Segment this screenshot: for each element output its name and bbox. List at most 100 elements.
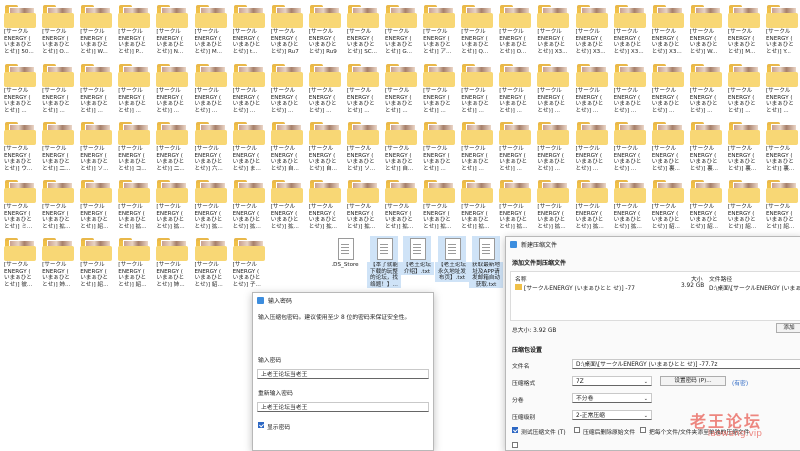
file-item[interactable]: 【老王论坛 介绍】.txt	[400, 236, 434, 276]
confirm-password-input[interactable]: 上老王论坛当老王	[257, 402, 429, 412]
folder-item[interactable]: [サークル ENERGY ( いまぁひと とせ)] 裏...	[727, 121, 764, 172]
folder-item[interactable]: [サークル ENERGY ( いまぁひと とせ)] ソ...	[346, 121, 383, 172]
folder-item[interactable]: [サークル ENERGY ( いまぁひと とせ)] 紹...	[80, 179, 116, 230]
folder-item[interactable]: [サークル ENERGY ( いまぁひと とせ)] ...	[308, 63, 345, 114]
folder-item[interactable]: [サークル ENERGY ( いまぁひと とせ)] 紹...	[194, 237, 231, 288]
folder-item[interactable]: [サークル ENERGY ( いまぁひと とせ)] ...	[346, 63, 383, 114]
file-item[interactable]: 获取最新地 址及APP请 发邮箱自动 获取.txt	[469, 236, 503, 289]
split-select[interactable]: 不分卷 ⌄	[572, 393, 652, 403]
folder-item[interactable]: [サークル ENERGY ( いまぁひと とせ)] 自...	[308, 121, 345, 172]
folder-item[interactable]: [サークル ENERGY ( いまぁひと とせ)] ...	[423, 121, 459, 172]
folder-item[interactable]: [サークル ENERGY ( いまぁひと とせ)] O...	[42, 4, 78, 55]
show-password-checkbox[interactable]	[258, 422, 264, 428]
folder-item[interactable]: [サークル ENERGY ( いまぁひと とせ)] W...	[80, 4, 116, 55]
folder-item[interactable]: [サークル ENERGY ( いまぁひと とせ)] P...	[118, 4, 154, 55]
folder-item[interactable]: [サークル ENERGY ( いまぁひと とせ)] 50...	[4, 4, 40, 55]
folder-item[interactable]: [サークル ENERGY ( いまぁひと とせ)] Y...	[766, 4, 800, 55]
folder-item[interactable]: [サークル ENERGY ( いまぁひと とせ)] 拡...	[613, 179, 650, 230]
folder-item[interactable]: [サークル ENERGY ( いまぁひと とせ)] ア...	[423, 4, 459, 55]
folder-item[interactable]: [サークル ENERGY ( いまぁひと とせ)] X3...	[651, 4, 688, 55]
folder-item[interactable]: [サークル ENERGY ( いまぁひと とせ)] X3...	[537, 4, 573, 55]
folder-item[interactable]: [サークル ENERGY ( いまぁひと とせ)] 子...	[232, 237, 269, 288]
test-archive-checkbox[interactable]	[512, 427, 518, 433]
folder-item[interactable]: [サークル ENERGY ( いまぁひと とせ)] ...	[156, 63, 192, 114]
folder-item[interactable]: [サークル ENERGY ( いまぁひと とせ)] ...	[385, 63, 421, 114]
folder-item[interactable]: [サークル ENERGY ( いまぁひと とせ)] 拡...	[42, 179, 78, 230]
folder-item[interactable]: [サークル ENERGY ( いまぁひと とせ)] 紹...	[727, 179, 764, 230]
format-select[interactable]: 7Z ⌄	[572, 376, 652, 386]
folder-item[interactable]: [サークル ENERGY ( いまぁひと とせ)] 拡...	[461, 179, 497, 230]
folder-item[interactable]: [サークル ENERGY ( いまぁひと とせ)] M...	[194, 4, 231, 55]
folder-item[interactable]: [サークル ENERGY ( いまぁひと とせ)] G...	[385, 4, 421, 55]
folder-item[interactable]: [サークル ENERGY ( いまぁひと とせ)] t...	[232, 4, 269, 55]
folder-item[interactable]: [サークル ENERGY ( いまぁひと とせ)] 裏...	[689, 121, 726, 172]
folder-item[interactable]: [サークル ENERGY ( いまぁひと とせ)] 拡...	[308, 179, 345, 230]
folder-item[interactable]: [サークル ENERGY ( いまぁひと とせ)] ミ...	[4, 179, 40, 230]
folder-item[interactable]: [サークル ENERGY ( いまぁひと とせ)] 拡...	[346, 179, 383, 230]
folder-item[interactable]: [サークル ENERGY ( いまぁひと とせ)] ウ...	[4, 121, 40, 172]
file-item[interactable]: 【本了就能 下载的玩整 的论坛，找 络题！】...	[367, 236, 401, 289]
folder-item[interactable]: [サークル ENERGY ( いまぁひと とせ)] ...	[4, 63, 40, 114]
folder-item[interactable]: [サークル ENERGY ( いまぁひと とせ)] 自...	[385, 121, 421, 172]
folder-item[interactable]: [サークル ENERGY ( いまぁひと とせ)] N...	[156, 4, 192, 55]
folder-item[interactable]: [サークル ENERGY ( いまぁひと とせ)] ...	[499, 121, 535, 172]
folder-item[interactable]: [サークル ENERGY ( いまぁひと とせ)] 紹...	[80, 237, 116, 288]
folder-item[interactable]: [サークル ENERGY ( いまぁひと とせ)] ...	[727, 63, 764, 114]
folder-item[interactable]: [サークル ENERGY ( いまぁひと とせ)] 姉...	[42, 237, 78, 288]
folder-item[interactable]: [サークル ENERGY ( いまぁひと とせ)] ...	[766, 63, 800, 114]
file-item[interactable]: .DS_Store	[328, 236, 362, 269]
folder-item[interactable]: [サークル ENERGY ( いまぁひと とせ)] 紹...	[118, 237, 154, 288]
add-button[interactable]: 添加	[776, 323, 800, 333]
filename-input[interactable]: D:\桌面\[サークルENERGY (いまぁひとと せ)] -77.7z	[572, 359, 800, 369]
folder-item[interactable]: [サークル ENERGY ( いまぁひと とせ)] ...	[118, 63, 154, 114]
folder-item[interactable]: [サークル ENERGY ( いまぁひと とせ)] ...	[42, 63, 78, 114]
folder-item[interactable]: [サークル ENERGY ( いまぁひと とせ)] ...	[80, 63, 116, 114]
col-path-header[interactable]: 文件路径	[709, 274, 732, 283]
file-list-row[interactable]: [サークルENERGY (いまぁひとと せ)] -77 3.92 GB D:\桌…	[511, 283, 800, 292]
folder-item[interactable]: [サークル ENERGY ( いまぁひと とせ)] ...	[194, 63, 231, 114]
folder-item[interactable]: [サークル ENERGY ( いまぁひと とせ)] ...	[651, 63, 688, 114]
folder-item[interactable]: [サークル ENERGY ( いまぁひと とせ)] ...	[270, 63, 307, 114]
delete-after-checkbox[interactable]	[574, 427, 580, 433]
folder-item[interactable]: [サークル ENERGY ( いまぁひと とせ)] 拡...	[232, 179, 269, 230]
folder-item[interactable]: [サークル ENERGY ( いまぁひと とせ)] M...	[727, 4, 764, 55]
folder-item[interactable]: [サークル ENERGY ( いまぁひと とせ)] 拡...	[156, 179, 192, 230]
extra-option-checkbox[interactable]	[512, 442, 518, 448]
folder-item[interactable]: [サークル ENERGY ( いまぁひと とせ)] 二...	[156, 121, 192, 172]
folder-item[interactable]: [サークル ENERGY ( いまぁひと とせ)] ...	[689, 63, 726, 114]
folder-item[interactable]: [サークル ENERGY ( いまぁひと とせ)] ...	[613, 63, 650, 114]
folder-item[interactable]: [サークル ENERGY ( いまぁひと とせ)] 紹...	[651, 179, 688, 230]
level-select[interactable]: 2-正常压缩 ⌄	[572, 410, 652, 420]
folder-item[interactable]: [サークル ENERGY ( いまぁひと とせ)] 紹...	[766, 179, 800, 230]
folder-item[interactable]: [サークル ENERGY ( いまぁひと とせ)] ま...	[232, 121, 269, 172]
folder-item[interactable]: [サークル ENERGY ( いまぁひと とせ)] ...	[499, 63, 535, 114]
folder-item[interactable]: [サークル ENERGY ( いまぁひと とせ)] 裏...	[651, 121, 688, 172]
folder-item[interactable]: [サークル ENERGY ( いまぁひと とせ)] ...	[461, 121, 497, 172]
password-dialog-titlebar[interactable]: 输入密码	[253, 293, 433, 307]
folder-item[interactable]: [サークル ENERGY ( いまぁひと とせ)] X3...	[613, 4, 650, 55]
folder-item[interactable]: [サークル ENERGY ( いまぁひと とせ)] ...	[461, 63, 497, 114]
folder-item[interactable]: [サークル ENERGY ( いまぁひと とせ)] 拡...	[194, 179, 231, 230]
folder-item[interactable]: [サークル ENERGY ( いまぁひと とせ)] Ru9	[308, 4, 345, 55]
col-name-header[interactable]: 名称	[515, 274, 527, 283]
col-size-header[interactable]: 大小	[691, 274, 703, 283]
folder-item[interactable]: [サークル ENERGY ( いまぁひと とせ)] ...	[537, 63, 573, 114]
folder-item[interactable]: [サークル ENERGY ( いまぁひと とせ)] 拡...	[423, 179, 459, 230]
folder-item[interactable]: [サークル ENERGY ( いまぁひと とせ)] 拡...	[537, 179, 573, 230]
folder-item[interactable]: [サークル ENERGY ( いまぁひと とせ)] 拡...	[118, 179, 154, 230]
folder-item[interactable]: [サークル ENERGY ( いまぁひと とせ)] 拡...	[270, 179, 307, 230]
file-item[interactable]: 【老王论坛 永久地址发 布页】.txt	[435, 236, 469, 282]
folder-item[interactable]: [サークル ENERGY ( いまぁひと とせ)] 紹...	[689, 179, 726, 230]
folder-item[interactable]: [サークル ENERGY ( いまぁひと とせ)] Q...	[461, 4, 497, 55]
folder-item[interactable]: [サークル ENERGY ( いまぁひと とせ)] 拡...	[385, 179, 421, 230]
folder-item[interactable]: [サークル ENERGY ( いまぁひと とせ)] 六...	[194, 121, 231, 172]
folder-item[interactable]: [サークル ENERGY ( いまぁひと とせ)] コ...	[118, 121, 154, 172]
set-password-button[interactable]: 设置密码 (P)...	[660, 376, 726, 386]
password-input[interactable]: 上老王论坛当老王	[257, 369, 429, 379]
folder-item[interactable]: [サークル ENERGY ( いまぁひと とせ)] 彼...	[4, 237, 40, 288]
folder-item[interactable]: [サークル ENERGY ( いまぁひと とせ)] 自...	[270, 121, 307, 172]
folder-item[interactable]: [サークル ENERGY ( いまぁひと とせ)] W...	[689, 4, 726, 55]
folder-item[interactable]: [サークル ENERGY ( いまぁひと とせ)] ...	[575, 63, 612, 114]
folder-item[interactable]: [サークル ENERGY ( いまぁひと とせ)] ...	[537, 121, 573, 172]
folder-item[interactable]: [サークル ENERGY ( いまぁひと とせ)] 二...	[42, 121, 78, 172]
